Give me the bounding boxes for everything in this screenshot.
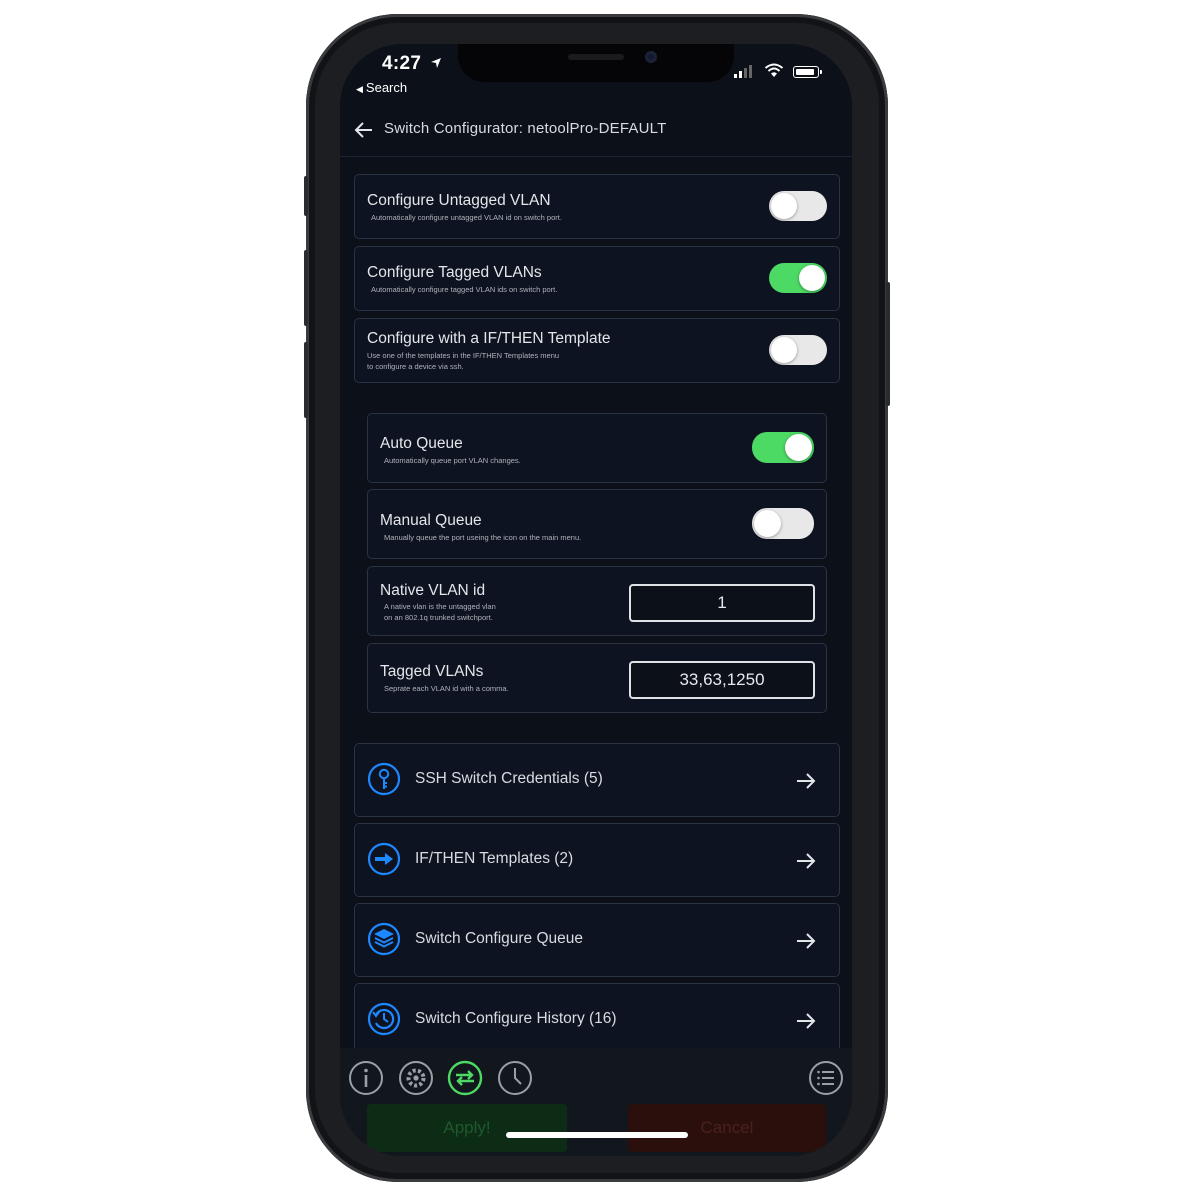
tagged-vlans-subtitle: Seprate each VLAN id with a comma.: [384, 684, 509, 693]
layers-icon: [367, 922, 401, 956]
tagged-vlans-toggle[interactable]: [769, 263, 827, 293]
status-back-label: Search: [365, 80, 408, 95]
setting-subtitle: Automatically configure untagged VLAN id…: [371, 213, 562, 222]
ssh-credentials-link[interactable]: SSH Switch Credentials (5): [354, 743, 840, 817]
history-icon: [367, 1002, 401, 1036]
arrow-right-icon: [797, 933, 816, 949]
link-label: Switch Configure Queue: [415, 930, 584, 947]
configure-history-link[interactable]: Switch Configure History (16): [354, 983, 840, 1057]
manual-queue-toggle[interactable]: [752, 508, 814, 539]
cancel-button[interactable]: Cancel: [628, 1104, 826, 1152]
page-title: Switch Configurator: netoolPro-DEFAULT: [384, 120, 667, 137]
setting-subtitle: Manually queue the port useing the icon …: [384, 533, 582, 542]
native-vlan-input[interactable]: 1: [629, 584, 815, 622]
setting-ifthen-template: Configure with a IF/THEN Template Use on…: [354, 318, 840, 383]
setting-subtitle: Automatically queue port VLAN changes.: [384, 456, 521, 465]
setting-title: Configure Tagged VLANs: [367, 264, 542, 281]
navigation-bar: Switch Configurator: netoolPro-DEFAULT: [340, 106, 852, 157]
menu-list-icon[interactable]: [808, 1060, 844, 1096]
auto-queue-toggle[interactable]: [752, 432, 814, 463]
volume-down-button: [304, 342, 308, 418]
home-indicator: [506, 1132, 688, 1138]
setting-title: Configure Untagged VLAN: [367, 192, 551, 209]
status-back-link[interactable]: ◀ Search: [356, 80, 407, 95]
location-arrow-icon: [431, 58, 441, 68]
notch: [458, 44, 734, 82]
arrow-circle-icon: [367, 842, 401, 876]
setting-tagged-vlans: Configure Tagged VLANs Automatically con…: [354, 246, 840, 311]
arrow-right-icon: [797, 773, 816, 789]
tagged-vlans-row: Tagged VLANs Seprate each VLAN id with a…: [367, 643, 827, 713]
history-clock-icon[interactable]: [497, 1060, 533, 1096]
setting-title: Manual Queue: [380, 512, 482, 529]
setting-title: Auto Queue: [380, 435, 463, 452]
arrow-right-icon: [797, 853, 816, 869]
battery-icon: [793, 66, 822, 78]
back-arrow-icon[interactable]: [354, 120, 374, 140]
native-vlan-title: Native VLAN id: [380, 582, 486, 599]
setting-auto-queue: Auto Queue Automatically queue port VLAN…: [367, 413, 827, 483]
info-icon[interactable]: [348, 1060, 384, 1096]
app-screen: 4:27 ◀ Search Switch Configurator: netool…: [340, 44, 852, 1156]
native-vlan-row: Native VLAN id A native vlan is the unta…: [367, 566, 827, 636]
speaker: [568, 54, 624, 60]
ifthen-templates-link[interactable]: IF/THEN Templates (2): [354, 823, 840, 897]
tagged-vlans-input[interactable]: 33,63,1250: [629, 661, 815, 699]
setting-subtitle: Automatically configure tagged VLAN ids …: [371, 285, 558, 294]
link-label: IF/THEN Templates (2): [415, 850, 574, 867]
link-label: Switch Configure History (16): [415, 1010, 617, 1027]
bottom-toolbar: Apply! Cancel: [340, 1048, 852, 1156]
untagged-vlan-toggle[interactable]: [769, 191, 827, 221]
setting-manual-queue: Manual Queue Manually queue the port use…: [367, 489, 827, 559]
native-vlan-subtitle: A native vlan is the untagged vlan on an…: [384, 602, 496, 622]
arrow-right-icon: [797, 1013, 816, 1029]
mute-switch: [304, 176, 308, 216]
setting-untagged-vlan: Configure Untagged VLAN Automatically co…: [354, 174, 840, 239]
cellular-signal-icon: [734, 65, 752, 78]
configure-queue-link[interactable]: Switch Configure Queue: [354, 903, 840, 977]
key-icon: [367, 762, 401, 796]
power-button: [886, 282, 890, 406]
volume-up-button: [304, 250, 308, 326]
tagged-vlans-title: Tagged VLANs: [380, 663, 484, 680]
setting-title: Configure with a IF/THEN Template: [367, 330, 611, 347]
front-camera: [645, 51, 657, 63]
settings-icon[interactable]: [398, 1060, 434, 1096]
wifi-icon: [764, 63, 784, 77]
back-triangle-icon: ◀: [356, 84, 363, 94]
link-label: SSH Switch Credentials (5): [415, 770, 603, 787]
setting-subtitle: Use one of the templates in the IF/THEN …: [367, 351, 560, 371]
switch-config-icon[interactable]: [447, 1060, 483, 1096]
apply-button[interactable]: Apply!: [367, 1104, 567, 1152]
ifthen-template-toggle[interactable]: [769, 335, 827, 365]
status-time: 4:27: [382, 53, 422, 74]
